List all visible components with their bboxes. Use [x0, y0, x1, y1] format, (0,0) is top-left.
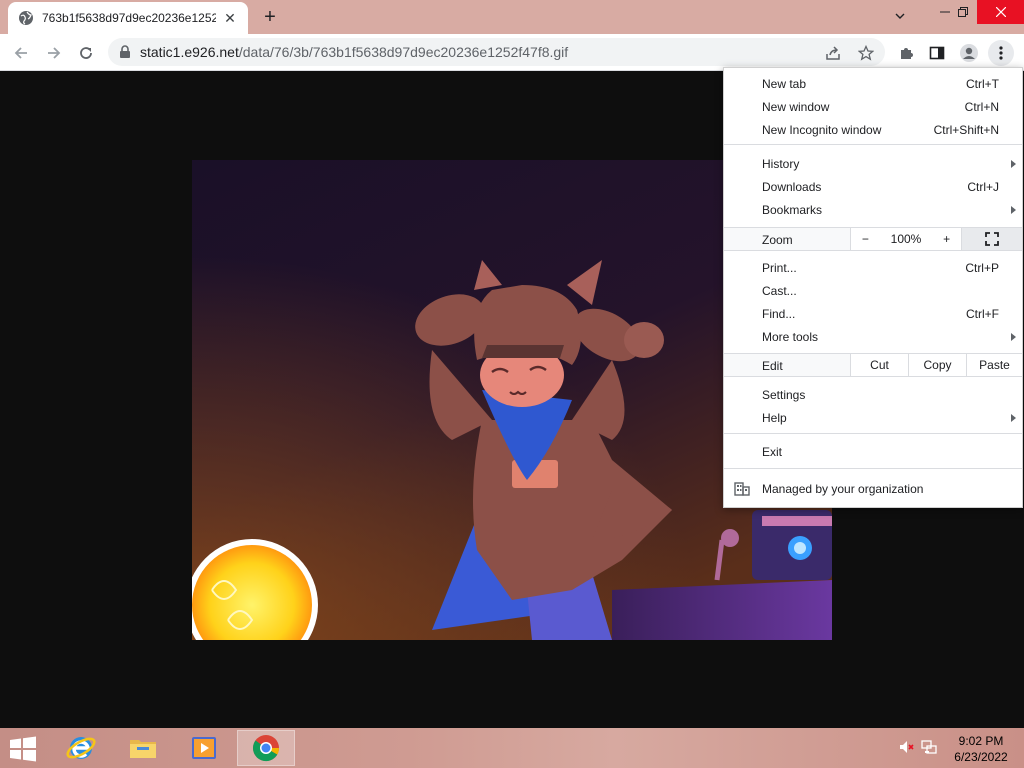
submenu-arrow-icon — [1011, 332, 1016, 341]
menu-item-exit[interactable]: Exit — [724, 440, 1022, 463]
zoom-controls: − 100% + — [850, 228, 962, 250]
zoom-in-button[interactable]: + — [943, 232, 950, 246]
clock-date: 6/23/2022 — [954, 750, 1008, 764]
browser-tab[interactable]: 763b1f5638d97d9ec20236e1252f47f8.gif ✕ — [8, 2, 248, 34]
close-window-button[interactable] — [977, 0, 1024, 24]
submenu-arrow-icon — [1011, 205, 1016, 214]
speaker-muted-icon[interactable] — [897, 738, 915, 756]
menu-item-new-tab[interactable]: New tab Ctrl+T — [724, 72, 1022, 95]
bookmark-star-icon[interactable] — [853, 40, 879, 66]
file-explorer-taskbar-icon[interactable] — [114, 730, 172, 766]
paste-button[interactable]: Paste — [966, 354, 1022, 376]
menu-item-more-tools[interactable]: More tools — [724, 325, 1022, 348]
menu-item-find[interactable]: Find... Ctrl+F — [724, 302, 1022, 325]
tab-title: 763b1f5638d97d9ec20236e1252f47f8.gif — [42, 11, 216, 25]
menu-item-shortcut: Ctrl+Shift+N — [933, 122, 999, 137]
back-arrow-icon[interactable] — [8, 40, 34, 66]
cut-button[interactable]: Cut — [850, 354, 908, 376]
browser-toolbar: static1.e926.net/data/76/3b/763b1f5638d9… — [0, 34, 1024, 71]
chrome-main-menu: New tab Ctrl+T New window Ctrl+N New Inc… — [723, 67, 1023, 508]
address-bar[interactable]: static1.e926.net/data/76/3b/763b1f5638d9… — [108, 38, 885, 66]
tab-strip: 763b1f5638d97d9ec20236e1252f47f8.gif ✕ + — [0, 0, 1024, 34]
url-host: static1.e926.net — [140, 44, 239, 60]
zoom-label: Zoom — [762, 233, 793, 247]
network-icon[interactable] — [920, 738, 938, 756]
menu-item-cast[interactable]: Cast... — [724, 279, 1022, 302]
menu-item-label: Downloads — [762, 179, 822, 194]
menu-item-shortcut: Ctrl+J — [967, 179, 999, 194]
restore-button[interactable] — [948, 0, 978, 24]
share-icon[interactable] — [820, 40, 846, 66]
menu-item-help[interactable]: Help — [724, 406, 1022, 429]
profile-avatar-icon[interactable] — [956, 40, 982, 66]
menu-item-shortcut: Ctrl+P — [965, 260, 999, 275]
clock-time: 9:02 PM — [958, 734, 1004, 748]
chrome-taskbar-icon[interactable] — [237, 730, 295, 766]
managed-by-organization[interactable]: Managed by your organization — [724, 468, 1022, 508]
url-text: static1.e926.net/data/76/3b/763b1f5638d9… — [140, 44, 568, 60]
extensions-puzzle-icon[interactable] — [893, 40, 919, 66]
media-player-taskbar-icon[interactable] — [175, 730, 233, 766]
menu-item-history[interactable]: History — [724, 152, 1022, 175]
menu-item-shortcut: Ctrl+F — [966, 306, 999, 321]
url-path: /data/76/3b/763b1f5638d97d9ec20236e1252f… — [238, 44, 569, 60]
menu-item-label: Find... — [762, 306, 796, 321]
tab-search-chevron-icon[interactable] — [887, 4, 913, 28]
copy-button[interactable]: Copy — [908, 354, 966, 376]
menu-item-label: New tab — [762, 76, 807, 91]
close-tab-icon[interactable]: ✕ — [222, 10, 238, 26]
menu-item-label: More tools — [762, 329, 819, 344]
menu-item-shortcut: Ctrl+T — [966, 76, 999, 91]
edit-row: Edit Cut Copy Paste — [724, 353, 1022, 377]
menu-item-label: New window — [762, 99, 830, 114]
menu-item-shortcut: Ctrl+N — [964, 99, 999, 114]
menu-item-new-incognito-window[interactable]: New Incognito window Ctrl+Shift+N — [724, 118, 1022, 141]
menu-kebab-icon[interactable] — [988, 40, 1014, 66]
edit-label: Edit — [762, 359, 783, 373]
building-icon — [734, 482, 750, 496]
menu-item-settings[interactable]: Settings — [724, 383, 1022, 406]
menu-item-label: History — [762, 156, 800, 171]
zoom-out-button[interactable]: − — [862, 232, 869, 246]
zoom-level: 100% — [890, 232, 922, 246]
menu-item-label: New Incognito window — [762, 122, 882, 137]
menu-item-downloads[interactable]: Downloads Ctrl+J — [724, 175, 1022, 198]
menu-item-bookmarks[interactable]: Bookmarks — [724, 198, 1022, 221]
menu-separator — [724, 144, 1022, 145]
menu-item-label: Cast... — [762, 283, 797, 298]
menu-item-label: Bookmarks — [762, 202, 823, 217]
menu-item-print[interactable]: Print... Ctrl+P — [724, 256, 1022, 279]
globe-icon — [19, 11, 33, 25]
side-panel-icon[interactable] — [924, 40, 950, 66]
taskbar-clock[interactable]: 9:02 PM 6/23/2022 — [946, 733, 1016, 765]
lock-icon[interactable] — [118, 45, 132, 59]
fullscreen-icon[interactable] — [962, 228, 1022, 250]
menu-item-label: Help — [762, 410, 787, 425]
managed-label: Managed by your organization — [762, 481, 924, 496]
internet-explorer-taskbar-icon[interactable] — [52, 730, 110, 766]
menu-item-label: Exit — [762, 444, 783, 459]
menu-item-label: Print... — [762, 260, 797, 275]
forward-arrow-icon[interactable] — [41, 40, 67, 66]
menu-item-new-window[interactable]: New window Ctrl+N — [724, 95, 1022, 118]
submenu-arrow-icon — [1011, 159, 1016, 168]
new-tab-button[interactable]: + — [257, 6, 283, 28]
windows-taskbar: 9:02 PM 6/23/2022 — [0, 728, 1024, 768]
menu-separator — [724, 433, 1022, 434]
zoom-row: Zoom − 100% + — [724, 227, 1022, 251]
menu-item-label: Settings — [762, 387, 806, 402]
windows-start-icon[interactable] — [8, 736, 38, 762]
submenu-arrow-icon — [1011, 413, 1016, 422]
reload-icon[interactable] — [73, 40, 99, 66]
